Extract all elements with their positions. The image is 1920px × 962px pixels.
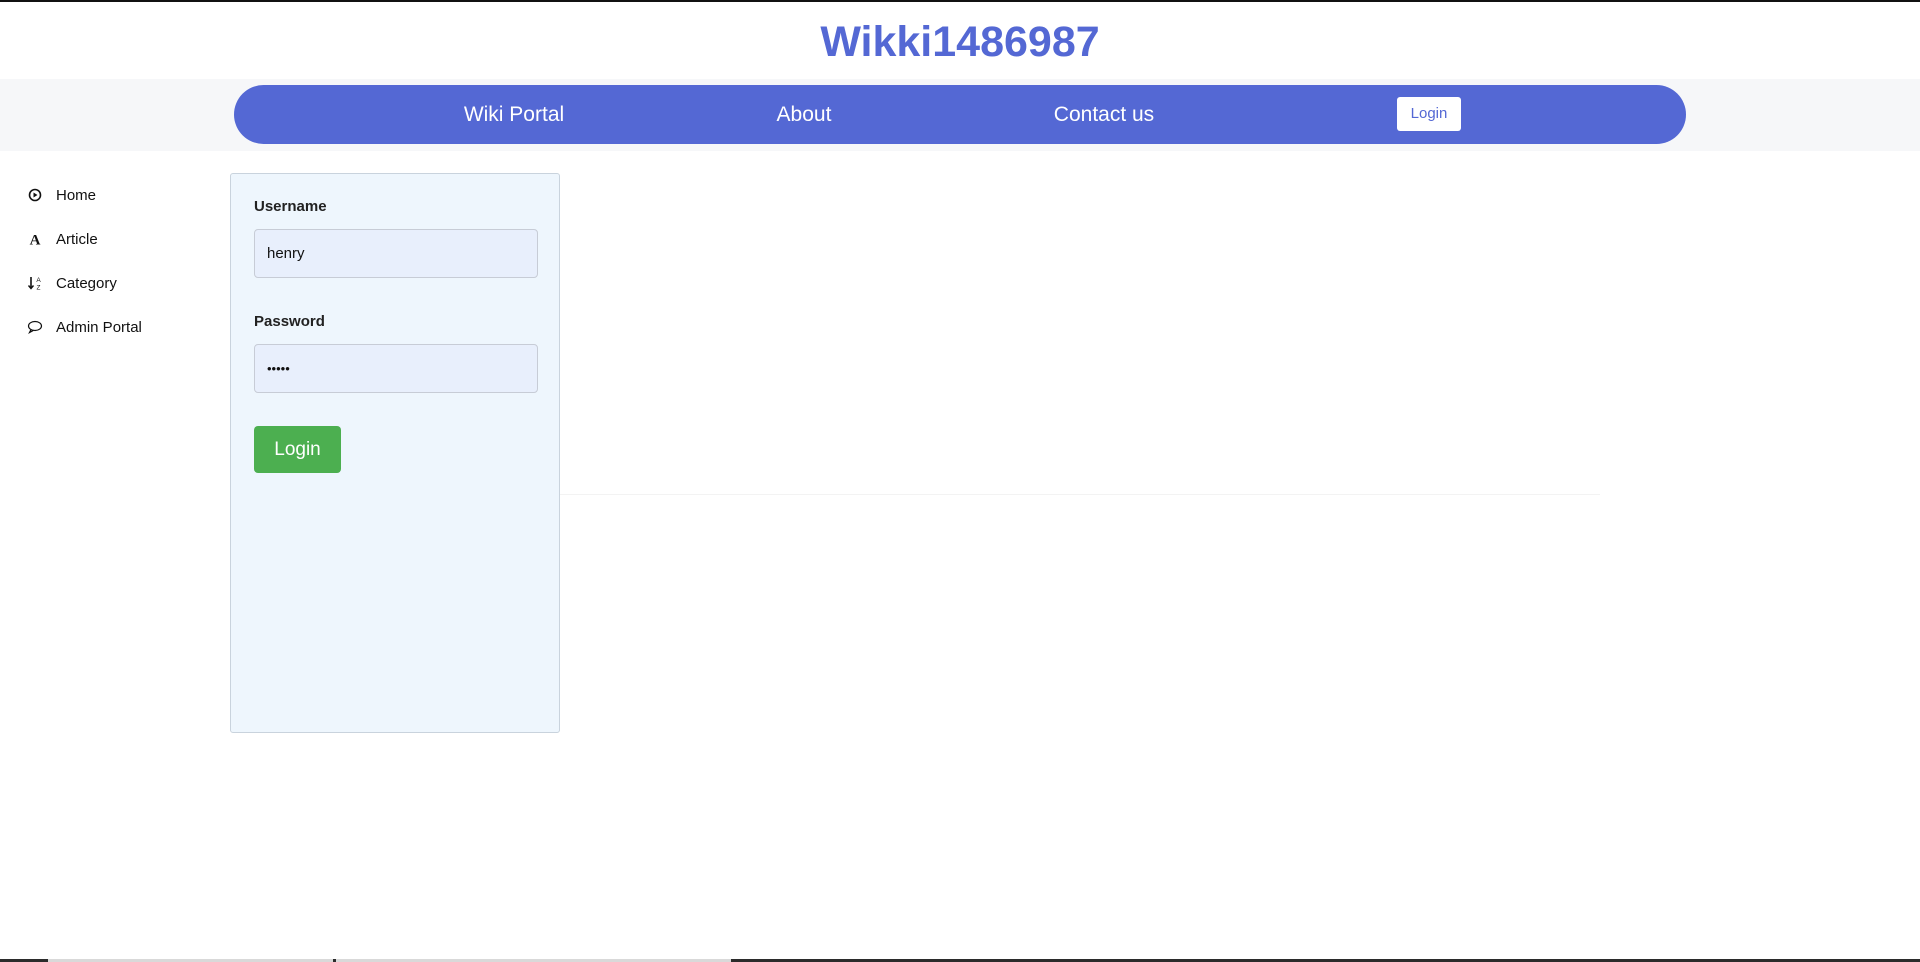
svg-text:A: A (36, 277, 41, 284)
play-circle-icon (26, 186, 44, 204)
nav-login-button[interactable]: Login (1397, 97, 1461, 131)
sidebar-item-label: Home (56, 186, 97, 204)
nav-link-contact-us[interactable]: Contact us (1039, 85, 1169, 144)
svg-text:A: A (30, 233, 41, 247)
nav-link-wiki-portal[interactable]: Wiki Portal (439, 85, 589, 144)
site-title: Wikki1486987 (820, 18, 1100, 66)
window-top-border (0, 0, 1920, 2)
sidebar-item-article[interactable]: A Article (26, 227, 98, 251)
sidebar-item-category[interactable]: AZ Category (26, 271, 117, 295)
sort-alpha-icon: AZ (26, 274, 44, 292)
password-field[interactable] (254, 344, 538, 393)
sidebar-item-admin-portal[interactable]: Admin Portal (26, 315, 142, 339)
sidebar-item-label: Article (56, 230, 98, 248)
nav-link-about[interactable]: About (754, 85, 854, 144)
divider (560, 494, 1600, 495)
password-label: Password (254, 313, 325, 330)
font-a-icon: A (26, 230, 44, 248)
sidebar-item-label: Category (56, 274, 117, 292)
login-panel: Username Password Login (230, 173, 560, 733)
chat-bubble-icon (26, 318, 44, 336)
login-submit-button[interactable]: Login (254, 426, 341, 473)
main-navbar: Wiki Portal About Contact us (234, 85, 1686, 144)
sidebar-item-label: Admin Portal (56, 318, 142, 336)
username-field[interactable] (254, 229, 538, 278)
svg-text:Z: Z (37, 285, 41, 292)
sidebar-item-home[interactable]: Home (26, 183, 96, 207)
username-label: Username (254, 198, 327, 215)
